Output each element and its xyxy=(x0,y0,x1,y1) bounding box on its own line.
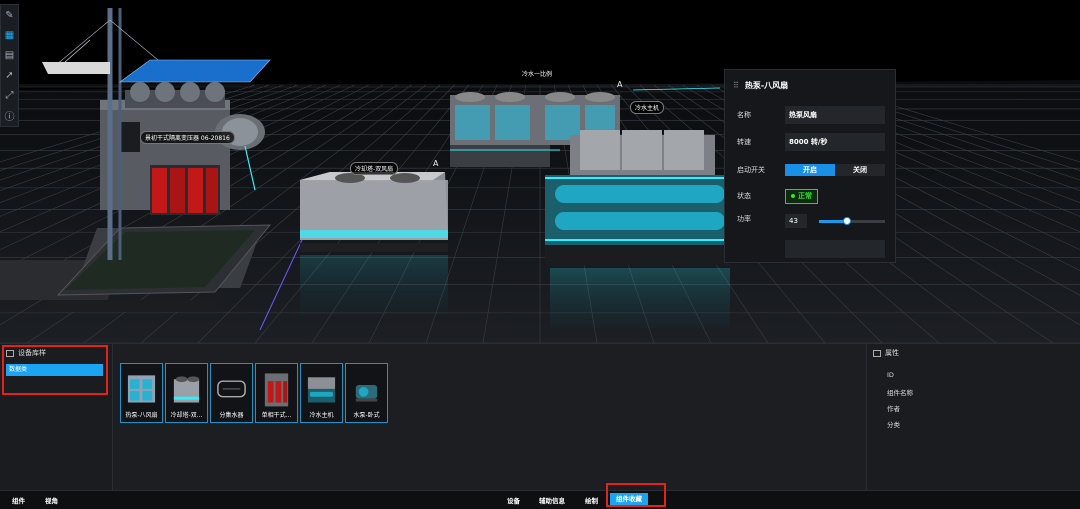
switch-on-button[interactable]: 开启 xyxy=(785,164,835,176)
row-switch: 启动开关 开启 关闭 xyxy=(725,161,895,179)
label-chiller[interactable]: 冷水主机 xyxy=(630,101,664,114)
component-card[interactable]: 冷水主机 xyxy=(300,363,343,423)
component-name: 热泵-八风扇 xyxy=(121,410,162,419)
component-thumbnail xyxy=(125,367,158,407)
3d-viewport[interactable]: ✎ ▦ ▤ ➚ ⤢ ⓘ 冷水一比例 冷却塔-双风扇 冷水主机 景初干式隔离变压器… xyxy=(0,0,1080,343)
name-field[interactable]: 热泵风扇 xyxy=(785,106,885,124)
component-thumbnail xyxy=(170,367,203,407)
attribute-title: 属性 xyxy=(885,348,899,358)
attr-category: 分类 xyxy=(887,419,900,429)
power-input[interactable]: 43 xyxy=(785,214,807,228)
row-empty xyxy=(725,240,895,258)
component-thumbnail xyxy=(215,367,248,407)
switch-label: 启动开关 xyxy=(737,165,765,175)
anchor-marker[interactable]: A xyxy=(617,80,622,89)
tab-view[interactable]: 视角 xyxy=(45,495,58,505)
attr-id: ID xyxy=(887,371,894,379)
label-dry-cooler[interactable]: 冷却塔-双风扇 xyxy=(350,162,398,175)
switch-off-button[interactable]: 关闭 xyxy=(835,164,885,176)
panel-icon[interactable]: ▤ xyxy=(1,47,18,64)
attribute-header: 属性 xyxy=(873,348,899,358)
component-list: 热泵-八风扇冷却塔-双... 分集水器单相干式... 冷水主机水泵-卧式 xyxy=(120,363,388,423)
component-name: 冷水主机 xyxy=(301,410,342,419)
tab-draw[interactable]: 绘制 xyxy=(585,495,598,505)
component-name: 冷却塔-双... xyxy=(166,410,207,419)
name-label: 名称 xyxy=(737,110,751,120)
component-card[interactable]: 冷却塔-双... xyxy=(165,363,208,423)
row-name: 名称 热泵风扇 xyxy=(725,106,895,124)
panel-header[interactable]: ⠿ 热泵-八风扇 xyxy=(725,70,895,100)
highlight-box xyxy=(2,345,108,395)
bottom-toolbar: 组件 视角 设备 辅助信息 绘制 组件收藏 xyxy=(0,490,1080,509)
attr-author: 作者 xyxy=(887,403,900,413)
arrow-icon[interactable]: ➚ xyxy=(1,67,18,84)
component-card[interactable]: 热泵-八风扇 xyxy=(120,363,163,423)
empty-field[interactable] xyxy=(785,240,885,258)
panel-icon xyxy=(873,350,881,357)
label-top-center: 冷水一比例 xyxy=(522,69,552,78)
power-switch[interactable]: 开启 关闭 xyxy=(785,164,885,176)
row-power: 功率 43 xyxy=(725,212,895,230)
dry-cooler xyxy=(300,172,448,315)
expand-icon[interactable]: ⤢ xyxy=(1,87,18,104)
component-thumbnail xyxy=(305,367,338,407)
component-name: 水泵-卧式 xyxy=(346,410,387,419)
info-icon[interactable]: ⓘ xyxy=(1,107,18,124)
power-slider[interactable] xyxy=(819,220,885,223)
status-text: 正常 xyxy=(798,192,812,200)
bottom-panel: 设备库样 数据类 热泵-八风扇冷却塔-双...分集水器单相干式...冷水主机水泵… xyxy=(0,343,1080,491)
highlight-box xyxy=(606,483,666,507)
speed-label: 转速 xyxy=(737,137,751,147)
component-card[interactable]: 单相干式... xyxy=(255,363,298,423)
anchor-marker[interactable]: A xyxy=(433,159,438,168)
edit-icon[interactable]: ✎ xyxy=(1,7,18,24)
attribute-panel: 属性 ID 组件名称 作者 分类 xyxy=(866,344,1080,491)
label-transformer[interactable]: 景初干式隔离变压器 06-20816 xyxy=(140,131,235,144)
component-card[interactable]: 水泵-卧式 xyxy=(345,363,388,423)
device-property-panel: ⠿ 热泵-八风扇 名称 热泵风扇 转速 8000 转/秒 启动开关 开启 关闭 … xyxy=(724,69,896,263)
status-dot-icon xyxy=(791,194,795,198)
power-slider-handle[interactable] xyxy=(843,217,851,225)
status-badge: 正常 xyxy=(785,189,818,204)
component-name: 单相干式... xyxy=(256,410,297,419)
grid-icon[interactable]: ▦ xyxy=(1,27,18,44)
left-toolbar: ✎ ▦ ▤ ➚ ⤢ ⓘ xyxy=(0,4,19,127)
panel-title: 热泵-八风扇 xyxy=(745,80,788,91)
power-label: 功率 xyxy=(737,214,751,224)
tab-devices[interactable]: 设备 xyxy=(507,495,520,505)
row-speed: 转速 8000 转/秒 xyxy=(725,133,895,151)
row-status: 状态 正常 xyxy=(725,187,895,205)
tab-aux-info[interactable]: 辅助信息 xyxy=(539,495,565,505)
speed-field[interactable]: 8000 转/秒 xyxy=(785,133,885,151)
tab-components[interactable]: 组件 xyxy=(12,495,25,505)
scene-canvas[interactable] xyxy=(0,0,1080,343)
component-card[interactable]: 分集水器 xyxy=(210,363,253,423)
attr-name: 组件名称 xyxy=(887,387,913,397)
component-name: 分集水器 xyxy=(211,410,252,419)
component-thumbnail xyxy=(260,367,293,407)
drag-handle-icon[interactable]: ⠿ xyxy=(733,81,739,90)
status-label: 状态 xyxy=(737,191,751,201)
component-thumbnail xyxy=(350,367,383,407)
